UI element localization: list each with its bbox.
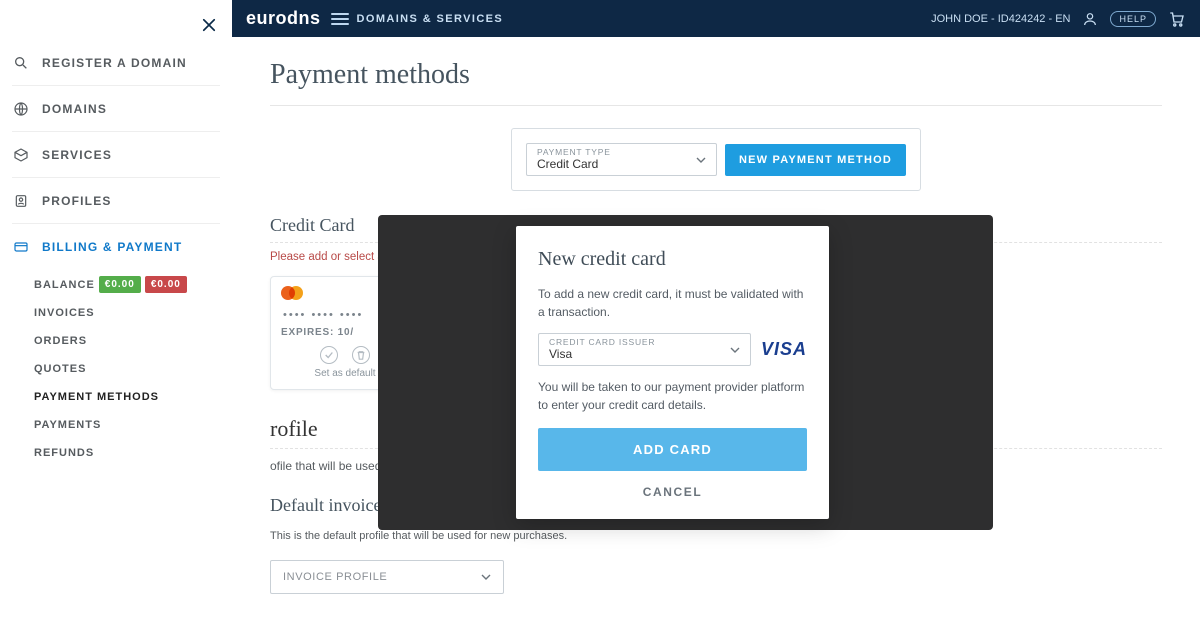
balance-badge-green: €0.00 bbox=[99, 276, 141, 293]
invoice-profile-placeholder: INVOICE PROFILE bbox=[283, 571, 387, 583]
visa-icon: VISA bbox=[761, 339, 807, 360]
menu-icon[interactable] bbox=[331, 12, 349, 26]
payment-type-select[interactable]: PAYMENT TYPE Credit Card bbox=[526, 143, 717, 176]
sidebar-item-label: DOMAINS bbox=[42, 102, 107, 116]
topnav-label[interactable]: DOMAINS & SERVICES bbox=[357, 13, 504, 25]
balance-row: BALANCE €0.00 €0.00 bbox=[34, 276, 220, 293]
subnav-invoices[interactable]: INVOICES bbox=[34, 299, 220, 327]
modal-note: You will be taken to our payment provide… bbox=[538, 378, 807, 414]
profile-icon bbox=[12, 192, 30, 210]
sidebar-item-label: SERVICES bbox=[42, 148, 112, 162]
sidebar-item-label: BILLING & PAYMENT bbox=[42, 240, 182, 254]
sidebar-item-register[interactable]: REGISTER A DOMAIN bbox=[12, 40, 220, 86]
sidebar-item-domains[interactable]: DOMAINS bbox=[12, 86, 220, 132]
modal-lead-text: To add a new credit card, it must be val… bbox=[538, 285, 807, 321]
search-icon bbox=[12, 54, 30, 72]
issuer-label: CREDIT CARD ISSUER bbox=[549, 337, 740, 347]
modal-title: New credit card bbox=[538, 248, 807, 271]
sidebar-item-billing[interactable]: BILLING & PAYMENT bbox=[12, 224, 220, 270]
box-icon bbox=[12, 146, 30, 164]
user-info[interactable]: JOHN DOE - ID424242 - EN bbox=[931, 13, 1070, 25]
default-invoice-desc: This is the default profile that will be… bbox=[270, 528, 1162, 546]
sidebar-item-label: REGISTER A DOMAIN bbox=[42, 56, 187, 70]
payment-type-value: Credit Card bbox=[537, 157, 706, 171]
new-credit-card-modal: New credit card To add a new credit card… bbox=[516, 226, 829, 519]
subnav-quotes[interactable]: QUOTES bbox=[34, 355, 220, 383]
help-button[interactable]: HELP bbox=[1110, 11, 1156, 27]
subnav-payments[interactable]: PAYMENTS bbox=[34, 411, 220, 439]
sidebar-item-services[interactable]: SERVICES bbox=[12, 132, 220, 178]
cart-icon[interactable] bbox=[1168, 10, 1186, 28]
subnav-payment-methods[interactable]: PAYMENT METHODS bbox=[34, 383, 220, 411]
page-title: Payment methods bbox=[270, 59, 1162, 106]
sidebar-subnav: BALANCE €0.00 €0.00 INVOICES ORDERS QUOT… bbox=[12, 270, 220, 467]
sidebar: REGISTER A DOMAIN DOMAINS SERVICES PROFI… bbox=[0, 0, 232, 627]
chevron-down-icon bbox=[696, 155, 706, 165]
issuer-value: Visa bbox=[549, 347, 740, 361]
globe-icon bbox=[12, 100, 30, 118]
subnav-refunds[interactable]: REFUNDS bbox=[34, 439, 220, 467]
sidebar-item-label: PROFILES bbox=[42, 194, 112, 208]
cancel-button[interactable]: CANCEL bbox=[538, 485, 807, 499]
brand-logo[interactable]: euroDNS bbox=[246, 8, 321, 29]
payment-type-panel: PAYMENT TYPE Credit Card NEW PAYMENT MET… bbox=[511, 128, 921, 191]
subnav-orders[interactable]: ORDERS bbox=[34, 327, 220, 355]
invoice-profile-select[interactable]: INVOICE PROFILE bbox=[270, 560, 504, 594]
card-issuer-select[interactable]: CREDIT CARD ISSUER Visa bbox=[538, 333, 751, 366]
check-icon[interactable] bbox=[320, 346, 338, 364]
sidebar-item-profiles[interactable]: PROFILES bbox=[12, 178, 220, 224]
new-payment-method-button[interactable]: NEW PAYMENT METHOD bbox=[725, 144, 906, 176]
card-icon bbox=[12, 238, 30, 256]
balance-badge-red: €0.00 bbox=[145, 276, 187, 293]
payment-type-label: PAYMENT TYPE bbox=[537, 147, 706, 157]
topbar-right: JOHN DOE - ID424242 - EN HELP bbox=[931, 10, 1186, 28]
trash-icon[interactable] bbox=[352, 346, 370, 364]
close-icon[interactable] bbox=[200, 16, 218, 34]
add-card-button[interactable]: ADD CARD bbox=[538, 428, 807, 471]
balance-label: BALANCE bbox=[34, 279, 95, 291]
topbar: euroDNS DOMAINS & SERVICES JOHN DOE - ID… bbox=[232, 0, 1200, 37]
chevron-down-icon bbox=[481, 572, 491, 582]
account-icon[interactable] bbox=[1082, 11, 1098, 27]
chevron-down-icon bbox=[730, 345, 740, 355]
